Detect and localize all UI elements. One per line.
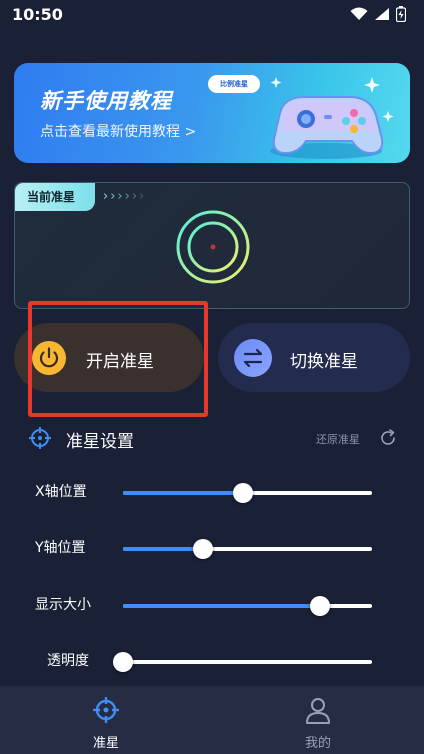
display-size-label: 显示大小: [35, 597, 91, 613]
signal-icon: [375, 8, 389, 20]
status-icons: [350, 6, 406, 22]
chevron-arrows-icon: › › › › › ›: [103, 189, 144, 204]
swap-icon: [234, 339, 272, 377]
tab-profile-label: 我的: [304, 736, 331, 751]
tutorial-banner[interactable]: 新手使用教程 比例准星 点击查看最新使用教程 >: [14, 63, 410, 163]
tab-profile[interactable]: 我的: [212, 686, 424, 754]
reset-crosshair-label[interactable]: 还原准星: [316, 431, 360, 447]
x-position-slider[interactable]: [123, 483, 372, 503]
tab-crosshair[interactable]: 准星: [0, 686, 212, 754]
y-position-slider[interactable]: [123, 539, 372, 559]
crosshair-tab-icon: [93, 697, 119, 723]
slider-thumb[interactable]: [309, 596, 330, 616]
x-position-slider-row: X轴位置: [0, 477, 424, 507]
wifi-icon: [350, 7, 368, 20]
y-position-slider-row: Y轴位置: [0, 533, 424, 563]
opacity-label: 透明度: [47, 653, 89, 669]
slider-fill: [123, 547, 203, 551]
status-time: 10:50: [12, 5, 63, 24]
x-position-label: X轴位置: [35, 484, 87, 500]
chevron-right-icon: ›: [103, 189, 109, 204]
banner-badge: 比例准星: [208, 75, 260, 93]
battery-icon: [396, 6, 406, 22]
gamepad-illustration-icon: [270, 77, 394, 159]
current-crosshair-tag: 当前准星: [15, 183, 95, 211]
chevron-right-icon: ›: [139, 189, 145, 204]
switch-crosshair-button[interactable]: 切换准星: [218, 323, 410, 392]
status-bar: 10:50: [0, 0, 424, 32]
opacity-slider[interactable]: [113, 652, 372, 672]
slider-thumb[interactable]: [192, 539, 213, 559]
display-size-slider-row: 显示大小: [0, 590, 424, 620]
crosshair-preview-icon: [176, 210, 250, 284]
opacity-slider-row: 透明度: [0, 646, 424, 676]
crosshair-settings-icon: [29, 427, 51, 449]
switch-crosshair-label: 切换准星: [290, 352, 358, 372]
user-icon: [306, 698, 330, 724]
current-crosshair-panel: 当前准星 › › › › › ›: [14, 182, 410, 309]
slider-thumb[interactable]: [113, 652, 133, 672]
crosshair-settings-title: 准星设置: [66, 432, 134, 452]
slider-thumb[interactable]: [232, 483, 253, 503]
highlight-box: [28, 301, 208, 417]
display-size-slider[interactable]: [123, 596, 372, 616]
tab-crosshair-label: 准星: [92, 736, 119, 751]
slider-fill: [123, 604, 320, 608]
chevron-right-icon: ›: [131, 189, 138, 204]
chevron-right-icon: ›: [117, 189, 123, 204]
slider-fill: [123, 491, 243, 495]
bottom-tab-bar: 准星 我的: [0, 686, 424, 754]
banner-title: 新手使用教程: [40, 89, 172, 113]
y-position-label: Y轴位置: [35, 540, 86, 556]
banner-subtitle-link[interactable]: 点击查看最新使用教程 >: [40, 121, 196, 141]
crosshair-settings-header: 准星设置 还原准星: [28, 426, 398, 452]
chevron-right-icon: ›: [110, 189, 116, 204]
chevron-right-icon: ›: [124, 189, 130, 204]
refresh-icon[interactable]: [378, 428, 398, 448]
